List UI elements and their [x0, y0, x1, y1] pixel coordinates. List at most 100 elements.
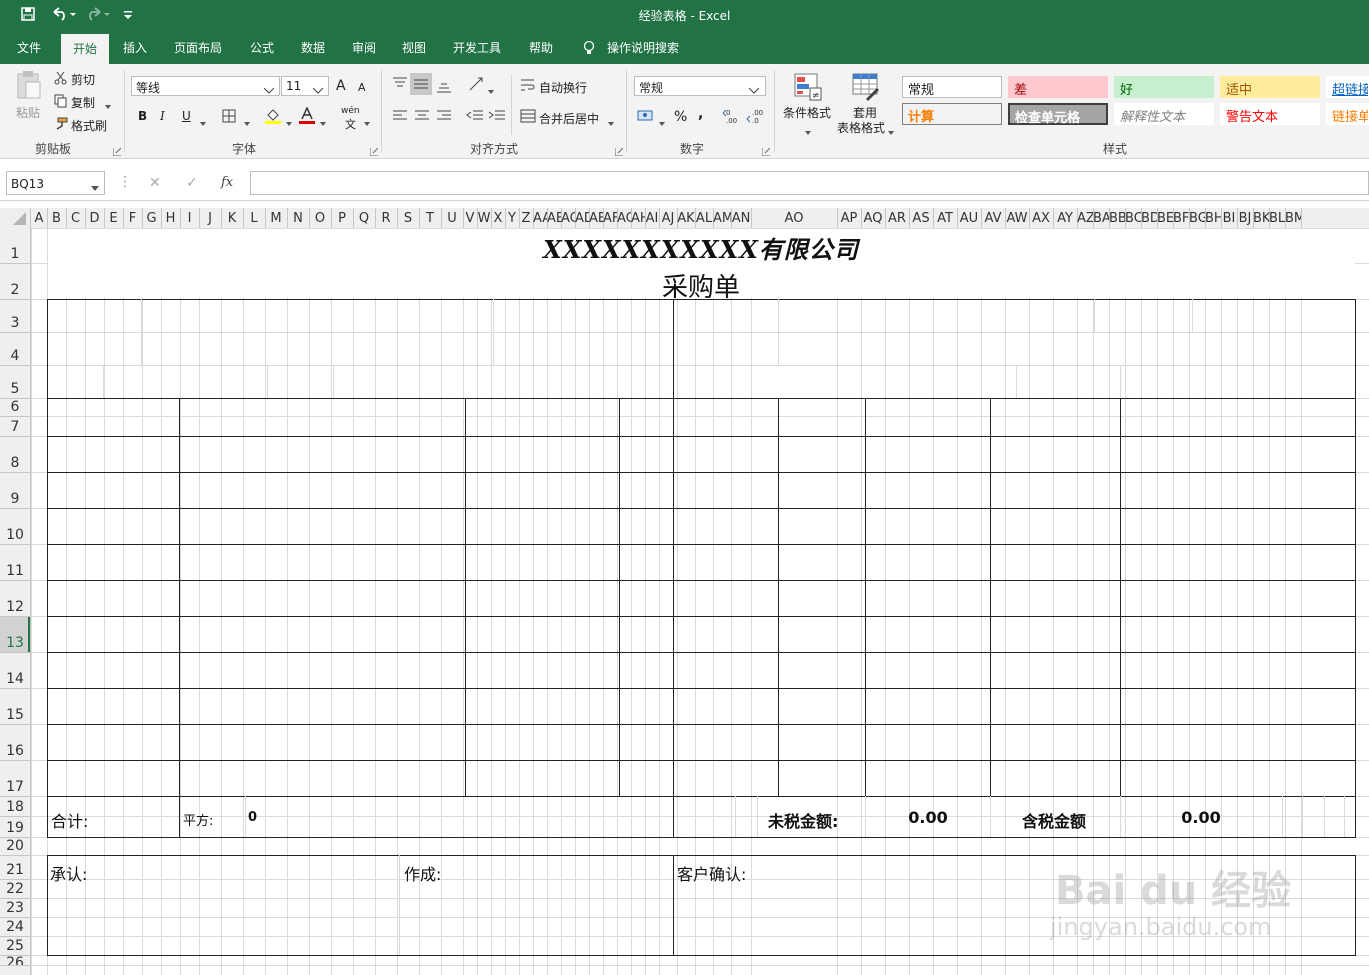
column-header-z[interactable]: Z — [519, 211, 533, 226]
align-middle-icon[interactable] — [410, 73, 432, 95]
column-header-al[interactable]: AL — [695, 211, 713, 226]
column-header-q[interactable]: Q — [353, 211, 375, 226]
row-header-22[interactable]: 22 — [0, 881, 30, 898]
column-header-u[interactable]: U — [441, 211, 463, 226]
column-header-an[interactable]: AN — [731, 211, 751, 226]
tab-formulas[interactable]: 公式 — [250, 39, 274, 56]
enter-entry-icon[interactable]: ✓ — [186, 175, 198, 191]
paste-icon[interactable] — [15, 70, 43, 105]
column-header-bg[interactable]: BG — [1189, 211, 1205, 226]
select-all-corner[interactable] — [0, 208, 31, 228]
cell-style-calculation[interactable]: 计算 — [902, 103, 1002, 125]
row-header-10[interactable]: 10 — [0, 527, 30, 544]
column-header-ak[interactable]: AK — [677, 211, 695, 226]
column-header-az[interactable]: AZ — [1077, 211, 1093, 226]
row-header-23[interactable]: 23 — [0, 900, 30, 917]
align-right-icon[interactable] — [436, 110, 452, 125]
accounting-dropdown-icon[interactable] — [659, 115, 665, 129]
fill-color-dropdown-icon[interactable] — [286, 115, 292, 129]
increase-decimal-icon[interactable]: 0.00 — [722, 107, 742, 128]
column-header-bj[interactable]: BJ — [1237, 211, 1253, 226]
column-header-bi[interactable]: BI — [1221, 211, 1237, 226]
row-header-15[interactable]: 15 — [0, 707, 30, 724]
column-header-bd[interactable]: BD — [1141, 211, 1157, 226]
number-format-select[interactable]: 常规 — [634, 76, 766, 96]
column-header-ay[interactable]: AY — [1053, 211, 1077, 226]
tab-view[interactable]: 视图 — [402, 39, 426, 56]
column-header-ap[interactable]: AP — [837, 211, 861, 226]
column-header-aq[interactable]: AQ — [861, 211, 885, 226]
column-header-c[interactable]: C — [66, 211, 85, 226]
copy-button[interactable]: 复制 — [71, 94, 95, 111]
row-header-17[interactable]: 17 — [0, 779, 30, 796]
tab-developer[interactable]: 开发工具 — [453, 39, 501, 56]
underline-button[interactable]: U — [182, 109, 191, 123]
font-name-select[interactable]: 等线 — [131, 76, 280, 96]
chevron-down-icon[interactable] — [312, 83, 324, 97]
shrink-font-button[interactable]: A — [358, 81, 366, 94]
column-header-bb[interactable]: BB — [1109, 211, 1125, 226]
paste-label[interactable]: 粘贴 — [16, 104, 40, 121]
row-header-4[interactable]: 4 — [0, 348, 30, 365]
name-box-dropdown-icon[interactable] — [91, 180, 99, 194]
column-header-ag[interactable]: AG — [617, 211, 631, 226]
tab-insert[interactable]: 插入 — [123, 39, 147, 56]
phonetic-button-bottom[interactable]: 文 — [345, 116, 356, 132]
row-header-7[interactable]: 7 — [0, 419, 30, 436]
cell-style-warning[interactable]: 警告文本 — [1220, 103, 1320, 125]
column-header-aw[interactable]: AW — [1005, 211, 1029, 226]
column-header-av[interactable]: AV — [981, 211, 1005, 226]
cell-style-good[interactable]: 好 — [1114, 76, 1214, 98]
row-header-9[interactable]: 9 — [0, 491, 30, 508]
orientation-icon[interactable] — [468, 76, 486, 95]
tab-data[interactable]: 数据 — [301, 39, 325, 56]
cell-style-explanatory[interactable]: 解释性文本 — [1114, 103, 1214, 125]
cell-style-check-cell[interactable]: 检查单元格 — [1008, 103, 1108, 126]
tab-home[interactable]: 开始 — [61, 34, 110, 64]
tab-page-layout[interactable]: 页面布局 — [174, 39, 222, 56]
row-header-12[interactable]: 12 — [0, 599, 30, 616]
column-header-bc[interactable]: BC — [1125, 211, 1141, 226]
column-header-f[interactable]: F — [123, 211, 142, 226]
conditional-formatting-icon[interactable]: ≠ — [793, 72, 823, 105]
font-launcher-icon[interactable] — [369, 145, 379, 159]
row-header-20[interactable]: 20 — [0, 838, 30, 855]
borders-dropdown-icon[interactable] — [244, 115, 250, 129]
column-header-bm[interactable]: BM — [1285, 211, 1301, 226]
column-header-k[interactable]: K — [221, 211, 243, 226]
column-header-ae[interactable]: AE — [589, 211, 603, 226]
customize-qat-icon[interactable] — [122, 6, 134, 26]
column-header-y[interactable]: Y — [505, 211, 519, 226]
column-header-be[interactable]: BE — [1157, 211, 1173, 226]
comma-button[interactable]: , — [698, 106, 703, 122]
column-header-v[interactable]: V — [463, 211, 477, 226]
column-header-e[interactable]: E — [104, 211, 123, 226]
row-header-11[interactable]: 11 — [0, 563, 30, 580]
cell-style-linked-cell[interactable]: 链接单 — [1326, 103, 1369, 125]
row-header-5[interactable]: 5 — [0, 381, 30, 398]
column-header-m[interactable]: M — [265, 211, 287, 226]
column-header-at[interactable]: AT — [933, 211, 957, 226]
row-header-26[interactable]: 26 — [0, 955, 30, 965]
grow-font-button[interactable]: A — [336, 78, 346, 94]
font-color-icon[interactable] — [298, 106, 316, 128]
chevron-down-icon[interactable] — [748, 83, 760, 97]
phonetic-dropdown-icon[interactable] — [364, 115, 370, 129]
accounting-format-icon[interactable] — [637, 108, 655, 127]
alignment-launcher-icon[interactable] — [614, 145, 624, 159]
cut-icon[interactable] — [54, 71, 68, 88]
format-painter-button[interactable]: 格式刷 — [71, 117, 107, 134]
column-header-j[interactable]: J — [199, 211, 221, 226]
tab-help[interactable]: 帮助 — [529, 39, 553, 56]
align-top-icon[interactable] — [392, 76, 408, 93]
row-header-14[interactable]: 14 — [0, 671, 30, 688]
column-header-ac[interactable]: AC — [561, 211, 575, 226]
column-header-d[interactable]: D — [85, 211, 104, 226]
column-header-a[interactable]: A — [31, 211, 47, 226]
cell-style-normal[interactable]: 常规 — [902, 76, 1002, 98]
underline-dropdown-icon[interactable] — [200, 115, 206, 129]
row-header-19[interactable]: 19 — [0, 820, 30, 837]
column-header-bk[interactable]: BK — [1253, 211, 1269, 226]
column-header-ba[interactable]: BA — [1093, 211, 1109, 226]
column-header-b[interactable]: B — [47, 211, 66, 226]
